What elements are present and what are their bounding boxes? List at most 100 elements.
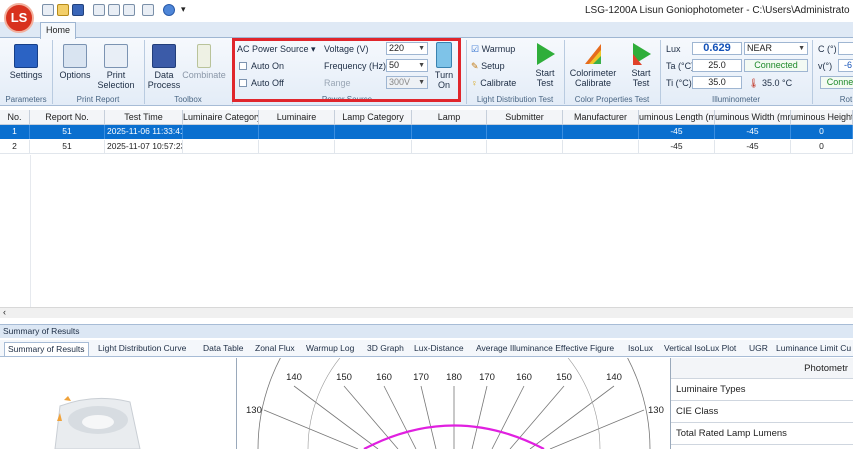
settings-label: Settings <box>9 70 43 80</box>
tab-luminance-limit[interactable]: Luminance Limit Cu <box>776 342 851 356</box>
column-header[interactable]: Lamp <box>412 110 487 125</box>
warmup-checkbox[interactable]: ☑ Warmup <box>471 44 515 55</box>
ta-label: Ta (°C) <box>666 61 695 71</box>
tick-label: 180 <box>446 372 462 383</box>
table-row[interactable]: 1 51 2025-11-06 11:33:41 -45 -45 0 <box>0 125 853 139</box>
tab-light-distribution-curve[interactable]: Light Distribution Curve <box>98 342 186 356</box>
column-header[interactable]: Lamp Category <box>335 110 412 125</box>
check-icon: ☑ <box>471 44 480 54</box>
setup-label: Setup <box>481 61 505 71</box>
tab-vertical-isolux-plot[interactable]: Vertical IsoLux Plot <box>664 342 736 356</box>
tick-label: 160 <box>376 372 392 383</box>
cell-length: -45 <box>639 125 715 139</box>
qa-tool-4-icon[interactable] <box>142 4 154 16</box>
cell-submitter <box>487 140 563 154</box>
group-rotary: Rot <box>839 95 853 104</box>
lux-mode-combo[interactable]: NEAR ▼ <box>744 42 808 55</box>
save-icon[interactable] <box>72 4 84 16</box>
tab-zonal-flux[interactable]: Zonal Flux <box>255 342 295 356</box>
cell-lamp-category <box>335 140 412 154</box>
cell-lamp <box>412 125 487 139</box>
column-header[interactable]: Report No. <box>30 110 105 125</box>
tab-ugr[interactable]: UGR <box>749 342 768 356</box>
lux-value: 0.629 <box>692 42 742 55</box>
app-logo[interactable]: LS <box>4 3 34 33</box>
side-tick-label: 130 <box>648 405 664 416</box>
color-start-test-button[interactable]: Start Test <box>624 42 658 88</box>
power-source-highlight <box>232 38 461 102</box>
thermometer-icon: 🌡 <box>748 78 760 88</box>
qa-tool-1-icon[interactable] <box>93 4 105 16</box>
column-header[interactable]: uminous Length (mr <box>639 110 715 125</box>
calibrate-button[interactable]: ♀ Calibrate <box>471 78 516 88</box>
new-file-icon[interactable] <box>42 4 54 16</box>
cell-report-no: 51 <box>30 140 105 154</box>
column-header[interactable]: Manufacturer <box>563 110 639 125</box>
tick-label: 170 <box>479 372 495 383</box>
combinate-label: Combinate <box>182 70 226 80</box>
group-parameters: Parameters <box>5 95 47 104</box>
chevron-down-icon: ▼ <box>798 45 805 52</box>
v-angle-value: -6 <box>838 59 853 72</box>
start-test-button[interactable]: Start Test <box>530 42 560 88</box>
warmup-label: Warmup <box>481 44 516 54</box>
c-angle-value <box>838 42 853 55</box>
column-header[interactable]: Luminaire <box>259 110 335 125</box>
options-button[interactable]: Options <box>56 44 94 80</box>
column-header[interactable]: No. <box>0 110 30 125</box>
scroll-left-icon[interactable]: ‹ <box>3 307 6 317</box>
cell-height: 0 <box>791 140 853 154</box>
divider <box>812 40 813 104</box>
radial-grid-line <box>343 385 399 450</box>
tab-isolux[interactable]: IsoLux <box>628 342 653 356</box>
print-selection-button[interactable]: Print Selection <box>94 44 138 90</box>
radial-grid-line <box>263 409 359 450</box>
prop-cie-class: CIE Class <box>671 401 853 423</box>
window-title: LSG-1200A Lisun Goniophotometer - C:\Use… <box>585 5 850 16</box>
tab-average-illuminance[interactable]: Average Illuminance Effective Figure <box>476 342 614 356</box>
cell-luminaire <box>259 125 335 139</box>
cell-width: -45 <box>715 125 791 139</box>
qa-tool-2-icon[interactable] <box>108 4 120 16</box>
colorimeter-icon <box>585 44 601 64</box>
cell-luminaire <box>259 140 335 154</box>
tick-label: 140 <box>606 372 622 383</box>
tab-warmup-log[interactable]: Warmup Log <box>306 342 354 356</box>
ta-value: 25.0 <box>692 59 742 72</box>
column-header[interactable]: Test Time <box>105 110 183 125</box>
cell-submitter <box>487 125 563 139</box>
setup-button[interactable]: ✎ Setup <box>471 61 505 72</box>
settings-button[interactable]: Settings <box>6 44 46 80</box>
column-header[interactable]: Submitter <box>487 110 563 125</box>
cell-lamp <box>412 140 487 154</box>
qa-customize-icon[interactable]: ▾ <box>181 4 186 15</box>
play-icon <box>537 43 555 65</box>
open-folder-icon[interactable] <box>57 4 69 16</box>
data-process-label: Data Process <box>147 70 181 90</box>
colorimeter-calibrate-button[interactable]: Colorimeter Calibrate <box>566 42 620 88</box>
help-icon[interactable] <box>163 4 175 16</box>
print-selection-label: Print Selection <box>97 70 135 90</box>
tab-summary-of-results[interactable]: Summary of Results <box>4 342 89 356</box>
tab-3d-graph[interactable]: 3D Graph <box>367 342 404 356</box>
tick-label: 150 <box>556 372 572 383</box>
tab-lux-distance[interactable]: Lux-Distance <box>414 342 464 356</box>
column-header[interactable]: Luminaire Category <box>183 110 259 125</box>
cell-lamp-category <box>335 125 412 139</box>
tab-home[interactable]: Home <box>40 22 76 39</box>
temperature-readout: 🌡 35.0 °C <box>748 78 792 89</box>
horizontal-scrollbar[interactable]: ‹ <box>0 307 853 318</box>
data-process-icon <box>152 44 176 68</box>
cell-luminaire-category <box>183 125 259 139</box>
column-header[interactable]: uminous Width (mr <box>715 110 791 125</box>
options-icon <box>63 44 87 68</box>
table-row[interactable]: 2 51 2025-11-07 10:57:23 -45 -45 0 <box>0 140 853 154</box>
qa-tool-3-icon[interactable] <box>123 4 135 16</box>
combinate-icon <box>197 44 211 68</box>
combinate-button[interactable]: Combinate <box>182 44 226 80</box>
tab-data-table[interactable]: Data Table <box>203 342 243 356</box>
photometric-properties-pane: Photometr Luminaire Types CIE Class Tota… <box>670 358 853 449</box>
lux-mode-value: NEAR <box>747 43 773 53</box>
data-process-button[interactable]: Data Process <box>146 44 182 90</box>
column-header[interactable]: uminous Height <box>791 110 853 125</box>
